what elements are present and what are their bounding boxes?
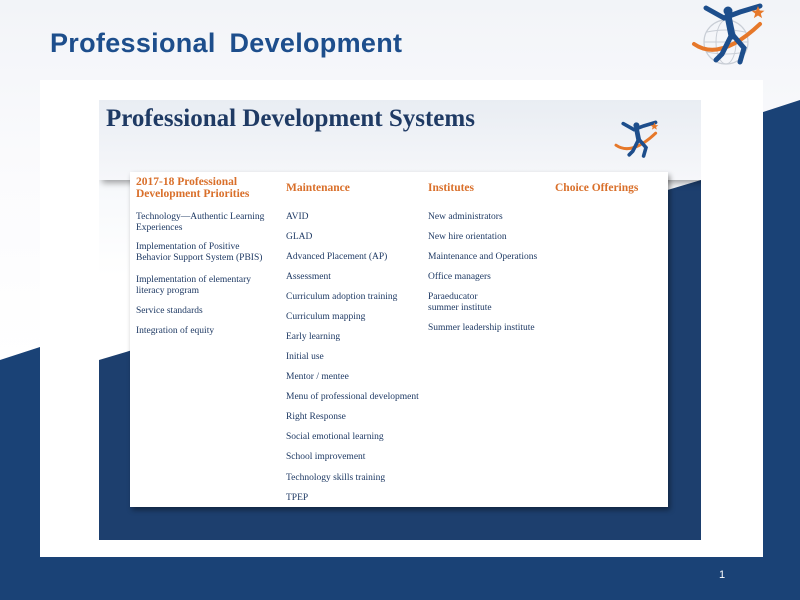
column-heading-line: Maintenance [286,182,350,194]
embedded-slide: Professional Development Systems [99,100,701,540]
list-item-line: Technology skills training [286,473,386,483]
list-item: Implementation of elementary literacy pro… [136,275,251,296]
figure-with-star-logo-icon [614,120,659,158]
figure-with-star-logo-icon [692,3,765,65]
column-heading-priorities: 2017-18 Professional Development Prioriti… [136,176,249,200]
list-item-line: Early learning [286,332,341,342]
column-heading-choice-offerings: Choice Offerings [555,182,638,194]
list-item-line: Maintenance and Operations [428,252,538,262]
list-item-line: School improvement [286,452,366,462]
list-item: Technology skills training [286,473,385,484]
list-item-line: Social emotional learning [286,432,384,442]
list-item-line: Right Response [286,412,346,422]
list-item-line: Menu of professional development [286,392,419,402]
list-item-line: Curriculum mapping [286,312,366,322]
list-item-line: Mentor / mentee [286,372,349,382]
list-item-line: summer institute [428,302,492,313]
list-item-line: New hire orientation [428,232,507,242]
list-item: GLAD [286,232,312,243]
list-item: Social emotional learning [286,432,384,443]
list-item: Summer leadership institute [428,323,535,334]
list-item: Service standards [136,306,203,317]
list-item-line: New administrators [428,212,503,222]
list-item: Technology—Authentic Learning Experiences [136,212,264,233]
list-item: AVID [286,212,309,223]
embedded-slide-title: Professional Development Systems [106,105,475,132]
list-item-line: AVID [286,212,309,222]
list-item-line: Implementation of Positive [136,242,240,252]
list-item: Maintenance and Operations [428,252,537,263]
list-item: Integration of equity [136,326,214,337]
column-heading-line: Choice Offerings [555,182,639,194]
list-item: Advanced Placement (AP) [286,252,387,263]
list-item-line: TPEP [286,493,309,503]
column-heading-line: 2017-18 Professional [136,176,238,188]
list-item-line: Technology—Authentic Learning [136,212,265,222]
list-item: New administrators [428,212,503,223]
list-item-line: Service standards [136,306,203,316]
column-heading-line: Development Priorities [136,188,250,200]
page-number: 1 [719,569,726,581]
list-item: Paraeducator summer institute [428,292,492,313]
list-item-line: Advanced Placement (AP) [286,252,388,262]
column-heading-maintenance: Maintenance [286,182,350,194]
list-item: Mentor / mentee [286,372,349,383]
list-item-line: Behavior Support System (PBIS) [136,252,263,263]
list-item: Menu of professional development [286,392,419,403]
list-item: Curriculum adoption training [286,292,397,303]
list-item-line: Curriculum adoption training [286,292,398,302]
list-item: New hire orientation [428,232,507,243]
list-item-line: Implementation of elementary [136,275,252,285]
list-item: Right Response [286,412,346,423]
list-item-line: Experiences [136,222,183,233]
list-item-line: Initial use [286,352,324,362]
list-item-line: Paraeducator [428,292,478,302]
list-item: Curriculum mapping [286,312,365,323]
column-heading-institutes: Institutes [428,182,474,194]
list-item: School improvement [286,452,365,463]
list-item-line: GLAD [286,232,313,242]
list-item: Early learning [286,332,340,343]
list-item: Implementation of Positive Behavior Suppo… [136,242,262,263]
list-item-line: Assessment [286,272,331,282]
list-item: Initial use [286,352,324,363]
column-heading-line: Institutes [428,182,475,194]
list-item: Assessment [286,272,331,283]
list-item: Office managers [428,272,491,283]
list-item-line: literacy program [136,285,200,296]
list-item-line: Office managers [428,272,491,282]
list-item-line: Integration of equity [136,326,215,336]
list-item: TPEP [286,493,308,504]
embedded-slide-header: Professional Development Systems [99,100,701,180]
list-item-line: Summer leadership institute [428,323,535,333]
slide-title: Professional Development [50,28,403,58]
